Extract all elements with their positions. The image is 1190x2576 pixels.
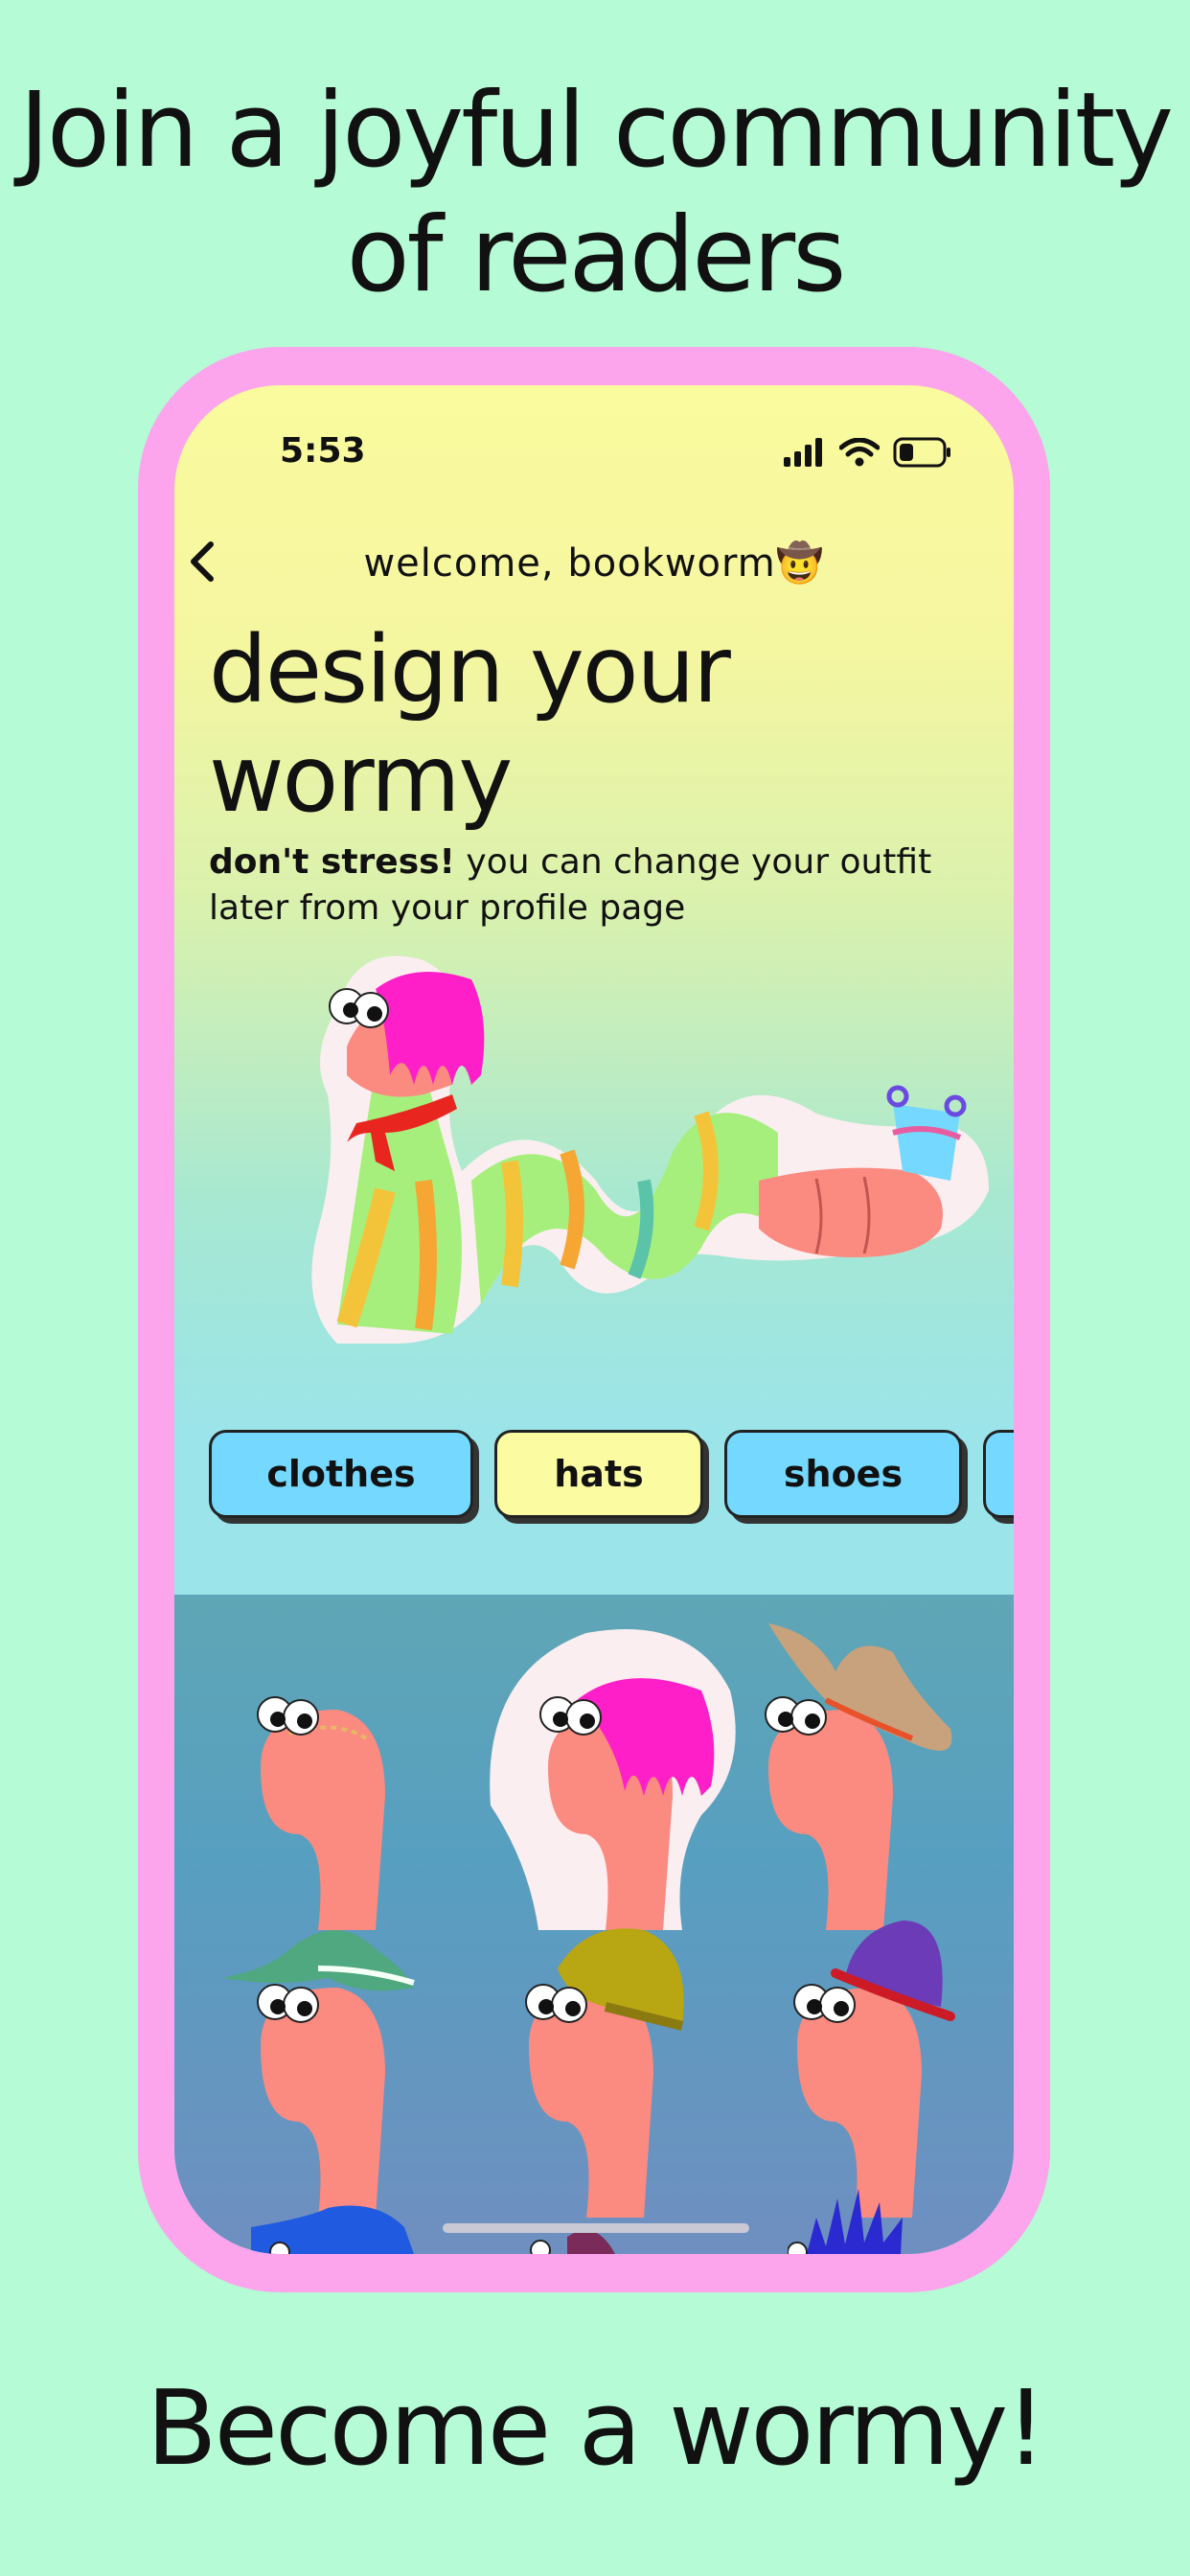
phone-frame: 5:53 welcome, bookworm🤠 design your worm… — [138, 347, 1050, 2292]
worm-pink-hair-icon[interactable] — [481, 1614, 759, 1930]
battery-icon — [893, 437, 950, 468]
promo-footer: Become a wormy! — [146, 2369, 1047, 2489]
tab-clothes[interactable]: clothes — [209, 1430, 473, 1518]
promo-headline: Join a joyful community of readers — [18, 71, 1174, 315]
page-subtitle: don't stress! you can change your outfit… — [209, 842, 932, 928]
worm-blue-cap-icon[interactable] — [251, 2198, 423, 2254]
tab-shoes[interactable]: shoes — [724, 1430, 962, 1518]
nav-bar: welcome, bookworm🤠 — [174, 527, 1014, 604]
category-tabs: clothes hats shoes — [209, 1430, 1014, 1518]
home-indicator[interactable] — [443, 2223, 749, 2233]
worm-olive-beanie-icon[interactable] — [491, 1911, 768, 2218]
status-time: 5:53 — [280, 431, 366, 471]
signal-icon — [784, 438, 822, 467]
wormy-preview-illustration — [311, 955, 989, 1344]
worm-purple-hat-icon[interactable] — [759, 1911, 1014, 2218]
wifi-icon — [839, 438, 880, 467]
cowboy-emoji-icon: 🤠 — [775, 541, 825, 586]
tab-more[interactable] — [983, 1430, 1014, 1518]
status-bar: 5:53 — [174, 431, 1014, 489]
nav-title: welcome, bookworm🤠 — [363, 541, 825, 586]
hat-options-grid — [174, 1595, 1014, 2254]
page-title: design your wormy — [209, 616, 731, 833]
worm-spiky-hair-icon[interactable] — [788, 2189, 941, 2254]
worm-cowboy-hat-icon[interactable] — [730, 1614, 1014, 1930]
worm-green-bucket-hat-icon[interactable] — [222, 1911, 500, 2218]
worm-no-hat-icon[interactable] — [222, 1652, 500, 1930]
app-screen: 5:53 welcome, bookworm🤠 design your worm… — [174, 385, 1014, 2254]
tab-hats[interactable]: hats — [494, 1430, 703, 1518]
